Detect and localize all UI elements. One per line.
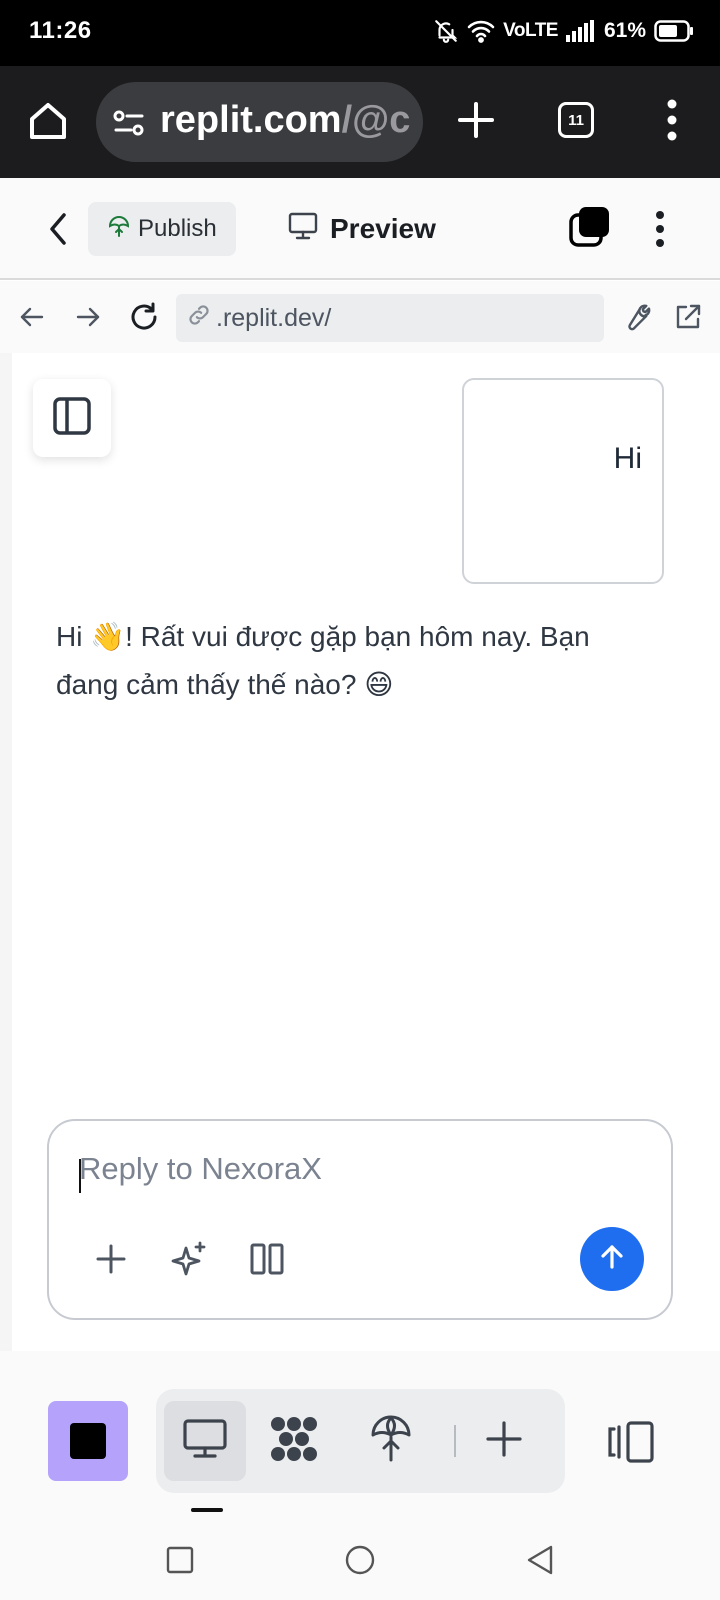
site-settings-icon[interactable]: [112, 108, 146, 143]
sparkle-icon[interactable]: [169, 1239, 209, 1279]
active-tab-indicator: [191, 1508, 223, 1512]
tool-group: [156, 1389, 565, 1493]
workspace-icon: [268, 1415, 320, 1468]
monitor-icon: [288, 212, 318, 247]
address-text[interactable]: replit.com/@c: [160, 99, 410, 142]
arrow-left-icon[interactable]: [16, 301, 48, 333]
arrow-up-icon: [597, 1242, 627, 1277]
url-domain: replit.com: [160, 99, 342, 141]
stop-button[interactable]: [48, 1401, 128, 1481]
tool-add[interactable]: [472, 1409, 536, 1473]
status-icons: VoLTE 61%: [433, 18, 694, 44]
reply-input[interactable]: Reply to NexoraX: [79, 1151, 322, 1187]
plus-icon[interactable]: [456, 100, 496, 140]
deploy-icon: [369, 1415, 413, 1468]
replit-header: Publish Preview: [0, 178, 720, 280]
back-triangle-icon[interactable]: [524, 1544, 556, 1576]
recents-icon[interactable]: [164, 1544, 196, 1576]
publish-label: Publish: [138, 215, 217, 242]
tool-workspace[interactable]: [262, 1409, 326, 1473]
home-icon[interactable]: [26, 99, 70, 143]
external-link-icon[interactable]: [672, 301, 704, 333]
url-path: /@c: [341, 99, 411, 141]
arrow-right-icon[interactable]: [72, 301, 104, 333]
tool-deploy[interactable]: [359, 1409, 423, 1473]
user-message-text: Hi: [613, 442, 642, 475]
wifi-icon: [467, 19, 495, 43]
address-bar[interactable]: replit.com/@c: [96, 82, 423, 162]
assistant-message: Hi 👋! Rất vui được gặp bạn hôm nay. Bạn …: [56, 621, 590, 700]
app-toolbar: [0, 1351, 720, 1516]
more-vertical-icon[interactable]: [648, 208, 672, 250]
browser-toolbar: replit.com/@c 11: [0, 66, 720, 178]
plus-icon[interactable]: [91, 1239, 131, 1279]
user-message-bubble: Hi: [462, 378, 664, 584]
android-nav-bar: [0, 1516, 720, 1600]
preview-url-text: .replit.dev/: [216, 303, 332, 332]
home-circle-icon[interactable]: [344, 1544, 376, 1576]
network-type: VoLTE: [503, 20, 558, 41]
composer: Reply to NexoraX: [47, 1119, 673, 1320]
panel-icon[interactable]: [606, 1419, 656, 1465]
wrench-icon[interactable]: [620, 301, 652, 333]
tabs-icon[interactable]: 11: [558, 102, 594, 138]
battery-percent: 61%: [603, 19, 646, 42]
battery-icon: [654, 20, 694, 42]
status-bar: 11:26 VoLTE 61%: [0, 0, 720, 66]
tool-preview[interactable]: [164, 1401, 246, 1481]
publish-button[interactable]: Publish: [88, 202, 236, 256]
stop-icon: [70, 1423, 106, 1459]
toolbar-divider: [454, 1425, 456, 1457]
more-vertical-icon[interactable]: [660, 96, 684, 144]
sidebar-toggle-button[interactable]: [33, 379, 111, 457]
refresh-icon[interactable]: [128, 301, 160, 333]
layers-icon[interactable]: [568, 206, 610, 248]
publish-icon: [108, 214, 130, 245]
preview-label: Preview: [330, 213, 436, 244]
signal-icon: [565, 20, 596, 42]
tab-preview[interactable]: Preview: [288, 204, 436, 254]
columns-icon[interactable]: [247, 1239, 287, 1279]
chat-edge: [0, 353, 12, 1351]
preview-url-field[interactable]: .replit.dev/: [176, 294, 604, 342]
chat-area: Hi Hi 👋! Rất vui được gặp bạn hôm nay. B…: [0, 353, 720, 1351]
preview-nav-bar: .replit.dev/: [0, 281, 720, 353]
back-icon[interactable]: [44, 211, 72, 247]
status-time: 11:26: [29, 17, 92, 44]
link-icon: [186, 302, 212, 335]
send-button[interactable]: [580, 1227, 644, 1291]
bell-off-icon: [433, 18, 459, 44]
monitor-icon: [182, 1418, 228, 1465]
plus-icon: [484, 1419, 524, 1464]
sidebar-icon: [52, 396, 92, 441]
